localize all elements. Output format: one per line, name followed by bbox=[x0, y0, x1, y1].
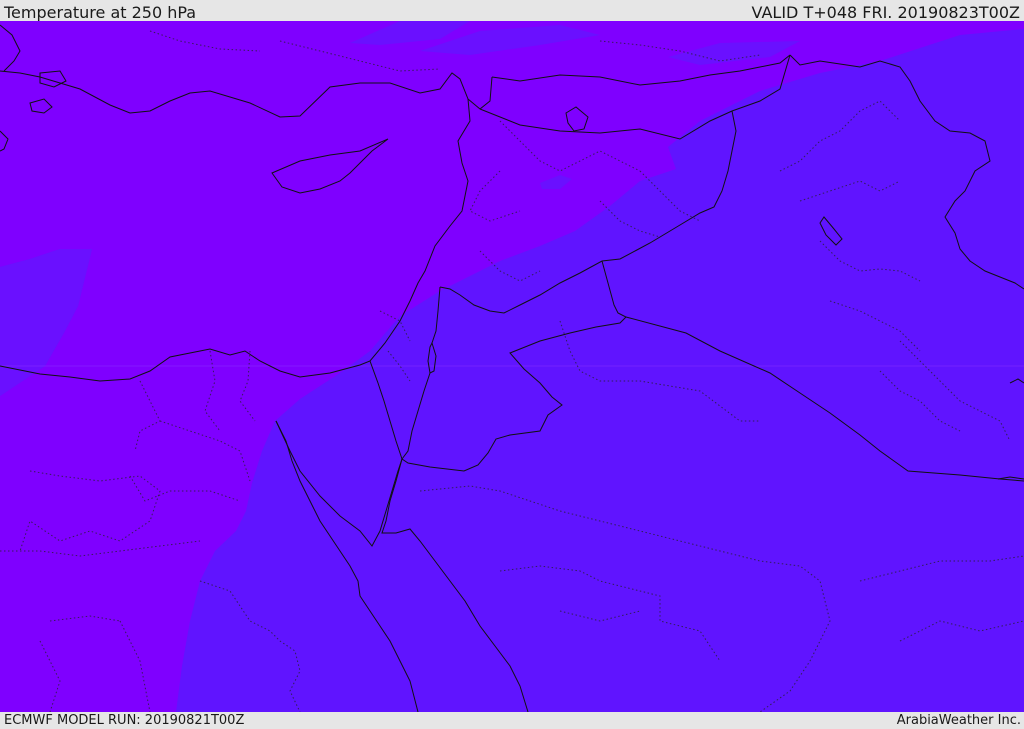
temperature-map[interactable] bbox=[0, 21, 1024, 712]
credit-label: ArabiaWeather Inc. bbox=[896, 713, 1021, 728]
valid-time: VALID T+048 FRI. 20190823T00Z bbox=[751, 3, 1020, 22]
model-run-label: ECMWF MODEL RUN: 20190821T00Z bbox=[4, 713, 245, 728]
map-title: Temperature at 250 hPa bbox=[4, 3, 197, 22]
footer-bar: ECMWF MODEL RUN: 20190821T00Z ArabiaWeat… bbox=[0, 712, 1024, 729]
header-bar: Temperature at 250 hPa VALID T+048 FRI. … bbox=[0, 0, 1024, 22]
map-panel[interactable] bbox=[0, 21, 1024, 712]
